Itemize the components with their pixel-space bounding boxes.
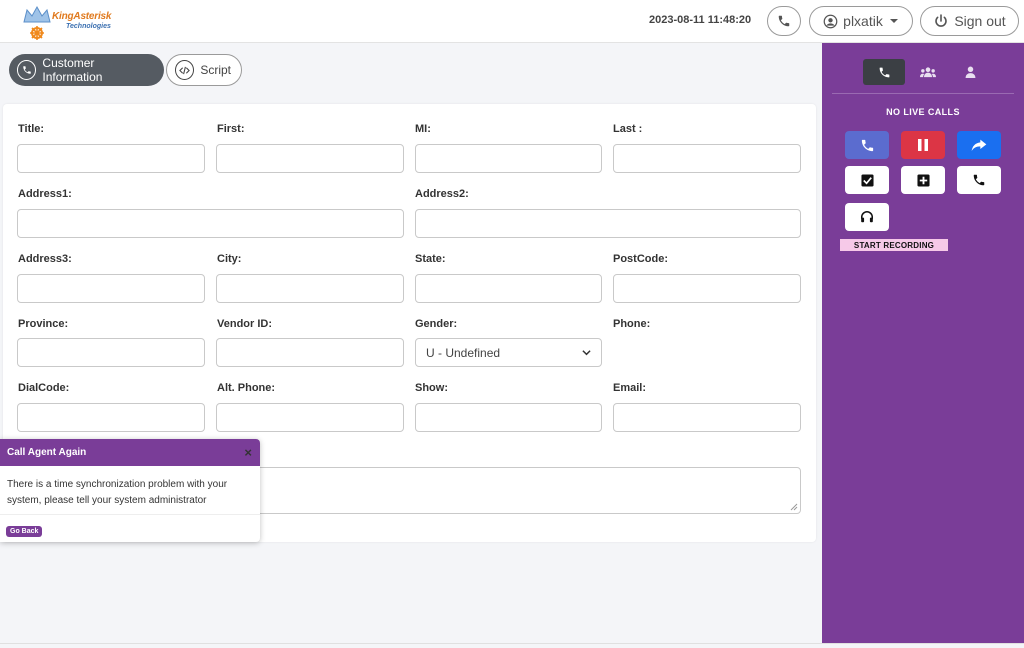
- user-icon: [965, 66, 975, 78]
- alt-phone-label: Alt. Phone:: [217, 382, 276, 394]
- content-tabs: Customer Information Script: [9, 54, 242, 86]
- title-label: Title:: [18, 123, 45, 135]
- middle-initial-input[interactable]: [415, 144, 602, 173]
- first-name-label: First:: [217, 123, 245, 135]
- headset-button[interactable]: [845, 203, 889, 231]
- transfer-button[interactable]: [957, 131, 1001, 159]
- address1-input[interactable]: [17, 209, 404, 238]
- postcode-input[interactable]: [613, 274, 801, 303]
- state-input[interactable]: [415, 274, 602, 303]
- phone-icon: [973, 174, 985, 186]
- address2-input[interactable]: [415, 209, 801, 238]
- start-recording-button[interactable]: START RECORDING: [840, 239, 948, 251]
- gender-selected-value: U - Undefined: [426, 345, 501, 360]
- vendor-id-input[interactable]: [216, 338, 404, 367]
- add-button[interactable]: [901, 166, 945, 194]
- user-menu-button[interactable]: plxatik: [809, 6, 913, 36]
- toast-message: There is a time synchronization problem …: [7, 479, 228, 506]
- sign-out-button[interactable]: Sign out: [920, 6, 1019, 36]
- current-datetime: 2023-08-11 11:48:20: [649, 14, 752, 26]
- gender-label: Gender:: [415, 318, 458, 330]
- email-label: Email:: [613, 382, 647, 394]
- sign-out-label: Sign out: [954, 13, 1006, 29]
- top-header: KingAsterisk Technologies 2023-08-11 11:…: [0, 0, 1024, 43]
- pause-icon: [918, 139, 928, 151]
- pause-button[interactable]: [901, 131, 945, 159]
- province-input[interactable]: [17, 338, 205, 367]
- state-label: State:: [415, 253, 446, 265]
- last-name-label: Last :: [613, 123, 643, 135]
- logo-text: KingAsterisk: [52, 11, 112, 22]
- toast-footer: Go Back: [0, 514, 260, 542]
- address2-label: Address2:: [415, 188, 469, 200]
- call-status-text: NO LIVE CALLS: [886, 107, 960, 117]
- phone-label: Phone:: [613, 318, 651, 330]
- tab-script[interactable]: Script: [166, 54, 242, 86]
- manual-dial-button[interactable]: [957, 166, 1001, 194]
- last-name-input[interactable]: [613, 144, 801, 173]
- panel-divider: [832, 93, 1014, 94]
- panel-tab-agents[interactable]: [911, 59, 945, 85]
- share-arrow-icon: [971, 139, 987, 151]
- middle-initial-label: MI:: [415, 123, 431, 135]
- city-label: City:: [217, 253, 242, 265]
- tab-label: Customer Information: [42, 56, 103, 84]
- phone-icon: [861, 139, 873, 151]
- show-label: Show:: [415, 382, 448, 394]
- power-icon: [935, 14, 948, 27]
- headphones-icon: [860, 211, 874, 223]
- call-control-panel: NO LIVE CALLS START RECORDING: [822, 43, 1024, 643]
- panel-tab-call[interactable]: [863, 59, 905, 85]
- go-back-button[interactable]: Go Back: [6, 526, 43, 537]
- dialcode-label: DialCode:: [18, 382, 70, 394]
- users-icon: [920, 67, 936, 78]
- code-icon: [175, 60, 195, 80]
- alert-toast: Call Agent Again × There is a time synch…: [0, 439, 260, 542]
- logo-subtext: Technologies: [66, 23, 111, 30]
- first-name-input[interactable]: [216, 144, 404, 173]
- title-input[interactable]: [17, 144, 205, 173]
- city-input[interactable]: [216, 274, 404, 303]
- checkbox-icon: [860, 173, 874, 187]
- tab-customer-information[interactable]: Customer Information: [9, 54, 164, 86]
- phone-icon: [778, 15, 790, 27]
- phone-button[interactable]: [767, 6, 801, 36]
- panel-tab-user[interactable]: [955, 59, 985, 85]
- dialcode-input[interactable]: [17, 403, 205, 432]
- kingasterisk-logo[interactable]: KingAsterisk Technologies: [22, 4, 112, 40]
- toast-header: Call Agent Again ×: [0, 439, 260, 466]
- phone-icon: [879, 67, 889, 77]
- postcode-label: PostCode:: [613, 253, 668, 265]
- tab-label: Script: [200, 63, 231, 77]
- province-label: Province:: [18, 318, 69, 330]
- phone-icon: [17, 60, 37, 80]
- address3-input[interactable]: [17, 274, 205, 303]
- dial-button[interactable]: [845, 131, 889, 159]
- user-circle-icon: [823, 14, 838, 28]
- gender-select[interactable]: U - Undefined: [415, 338, 602, 367]
- email-input[interactable]: [613, 403, 801, 432]
- disposition-button[interactable]: [845, 166, 889, 194]
- crown-icon: [23, 5, 51, 40]
- footer-divider: [0, 643, 1024, 644]
- plus-square-icon: [916, 173, 930, 187]
- address3-label: Address3:: [18, 253, 72, 265]
- chevron-down-icon: [582, 350, 591, 356]
- close-icon[interactable]: ×: [244, 445, 252, 460]
- alt-phone-input[interactable]: [216, 403, 404, 432]
- toast-title: Call Agent Again: [7, 447, 87, 458]
- address1-label: Address1:: [18, 188, 72, 200]
- caret-down-icon: [889, 19, 898, 23]
- resize-handle-icon[interactable]: [790, 503, 798, 511]
- show-input[interactable]: [415, 403, 602, 432]
- username-label: plxatik: [843, 13, 883, 29]
- vendor-id-label: Vendor ID:: [217, 318, 273, 330]
